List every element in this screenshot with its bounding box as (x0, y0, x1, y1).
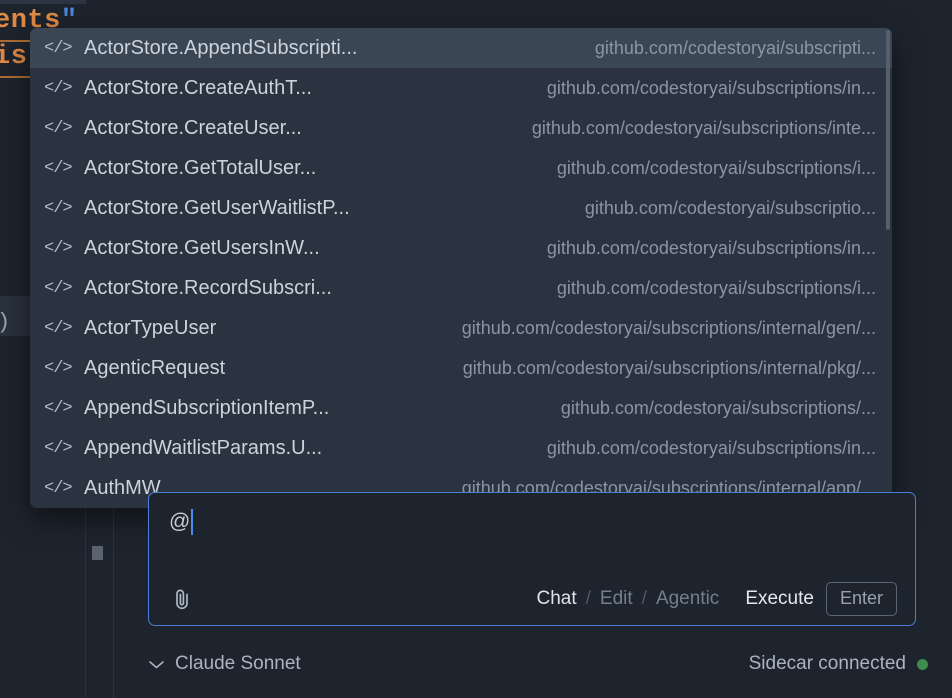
autocomplete-item[interactable]: </> AppendWaitlistParams.U... github.com/c… (30, 428, 892, 468)
chevron-down-icon (148, 659, 165, 670)
autocomplete-item-label: ActorStore.AppendSubscripti... (84, 36, 358, 59)
minimap-marker (92, 546, 103, 560)
autocomplete-item-path: github.com/codestoryai/subscriptions/int… (461, 317, 876, 338)
code-symbol-icon: </> (44, 118, 73, 138)
code-symbol-icon: </> (44, 38, 73, 58)
code-symbol-icon: </> (44, 438, 73, 458)
autocomplete-item-label: ActorStore.CreateUser... (84, 116, 302, 139)
code-symbol-icon: </> (44, 318, 73, 338)
autocomplete-scrollbar[interactable] (886, 30, 890, 230)
autocomplete-item[interactable]: </> ActorStore.AppendSubscripti... github.… (30, 28, 892, 68)
connection-status[interactable]: Sidecar connected (749, 653, 928, 675)
autocomplete-item-path: github.com/codestoryai/subscriptions/... (560, 397, 876, 418)
code-symbol-icon: </> (44, 198, 73, 218)
autocomplete-item[interactable]: </> AppendSubscriptionItemP... github.com/… (30, 388, 892, 428)
autocomplete-item-path: github.com/codestoryai/subscriptions/int… (462, 357, 876, 378)
autocomplete-list[interactable]: </> ActorStore.AppendSubscripti... github.… (30, 28, 892, 508)
autocomplete-item-path: github.com/codestoryai/subscriptions/in.… (546, 77, 876, 98)
mode-separator-1: / (585, 588, 591, 609)
autocomplete-item-path: github.com/codestoryai/subscriptions/i..… (556, 277, 876, 298)
panel-divider-right (113, 508, 114, 698)
app-window: ents" is ) </>ActorStore.AppendSubscript… (0, 0, 952, 698)
autocomplete-item[interactable]: </> ActorStore.CreateUser... github.com/co… (30, 108, 892, 148)
code-highlight-top (0, 0, 86, 4)
autocomplete-item[interactable]: </> ActorTypeUser github.com/codestoryai/s… (30, 308, 892, 348)
autocomplete-item-label: ActorStore.RecordSubscri... (84, 276, 332, 299)
code-symbol-icon: </> (44, 78, 73, 98)
autocomplete-item-label: AppendWaitlistParams.U... (84, 436, 323, 459)
autocomplete-item-path: github.com/codestoryai/subscriptio... (584, 197, 876, 218)
execute-button[interactable]: Execute (745, 588, 814, 610)
autocomplete-item-label: AgenticRequest (84, 356, 226, 379)
autocomplete-item-path: github.com/codestoryai/subscripti... (594, 37, 876, 58)
code-symbol-icon: </> (44, 158, 73, 178)
mode-option-edit[interactable]: Edit (600, 588, 633, 610)
mode-option-agentic[interactable]: Agentic (656, 588, 719, 610)
code-symbol-icon: </> (44, 398, 73, 418)
autocomplete-item[interactable]: </> AgenticRequest github.com/codestoryai/… (30, 348, 892, 388)
autocomplete-item-label: ActorTypeUser (84, 316, 217, 339)
autocomplete-popup[interactable]: </> ActorStore.AppendSubscripti... github.… (30, 28, 892, 508)
paperclip-icon[interactable] (171, 587, 193, 611)
model-name-label: Claude Sonnet (175, 653, 301, 674)
enter-key-badge[interactable]: Enter (825, 582, 897, 616)
model-selector[interactable]: Claude Sonnet (148, 653, 301, 675)
code-symbol-icon: </> (44, 278, 73, 298)
status-indicator-dot (917, 658, 928, 670)
autocomplete-item-label: AppendSubscriptionItemP... (84, 396, 330, 419)
autocomplete-item[interactable]: </> ActorStore.GetUsersInW... github.com/c… (30, 228, 892, 268)
autocomplete-item-path: github.com/codestoryai/subscriptions/in.… (546, 437, 876, 458)
autocomplete-item[interactable]: </> ActorStore.GetUserWaitlistP... github.… (30, 188, 892, 228)
autocomplete-item[interactable]: </> ActorStore.RecordSubscri... github.com… (30, 268, 892, 308)
text-caret (191, 509, 194, 535)
autocomplete-item[interactable]: </> ActorStore.GetTotalUser... github.com/… (30, 148, 892, 188)
panel-divider-left (85, 508, 86, 698)
code-symbol-icon: </> (44, 238, 73, 258)
autocomplete-item-label: ActorStore.CreateAuthT... (84, 76, 312, 99)
autocomplete-item-path: github.com/codestoryai/subscriptions/in.… (546, 237, 876, 258)
code-symbol-icon: </> (44, 358, 73, 378)
chat-input-value: @ (169, 510, 191, 533)
editor-code-paren: ) (0, 310, 10, 335)
autocomplete-item[interactable]: </> ActorStore.CreateAuthT... github.com/c… (30, 68, 892, 108)
autocomplete-item-label: ActorStore.GetUsersInW... (84, 236, 320, 259)
autocomplete-item-label: ActorStore.GetUserWaitlistP... (84, 196, 350, 219)
chat-input-field[interactable]: @ (169, 509, 194, 535)
editor-code-line-2: is (0, 42, 28, 72)
chat-input-box[interactable]: @ Chat / Edit / Agentic Execute Enter (148, 492, 916, 626)
autocomplete-item-label: ActorStore.GetTotalUser... (84, 156, 317, 179)
status-bar: Claude Sonnet Sidecar connected (148, 640, 928, 688)
mode-option-chat[interactable]: Chat (536, 588, 576, 610)
mode-selector[interactable]: Chat / Edit / Agentic (536, 588, 719, 610)
mode-separator-2: / (641, 588, 647, 609)
code-symbol-icon: </> (44, 478, 73, 498)
autocomplete-item-path: github.com/codestoryai/subscriptions/int… (531, 117, 876, 138)
connection-status-label: Sidecar connected (748, 653, 906, 674)
autocomplete-item-path: github.com/codestoryai/subscriptions/i..… (556, 157, 876, 178)
chat-toolbar: Chat / Edit / Agentic Execute Enter (149, 573, 915, 625)
